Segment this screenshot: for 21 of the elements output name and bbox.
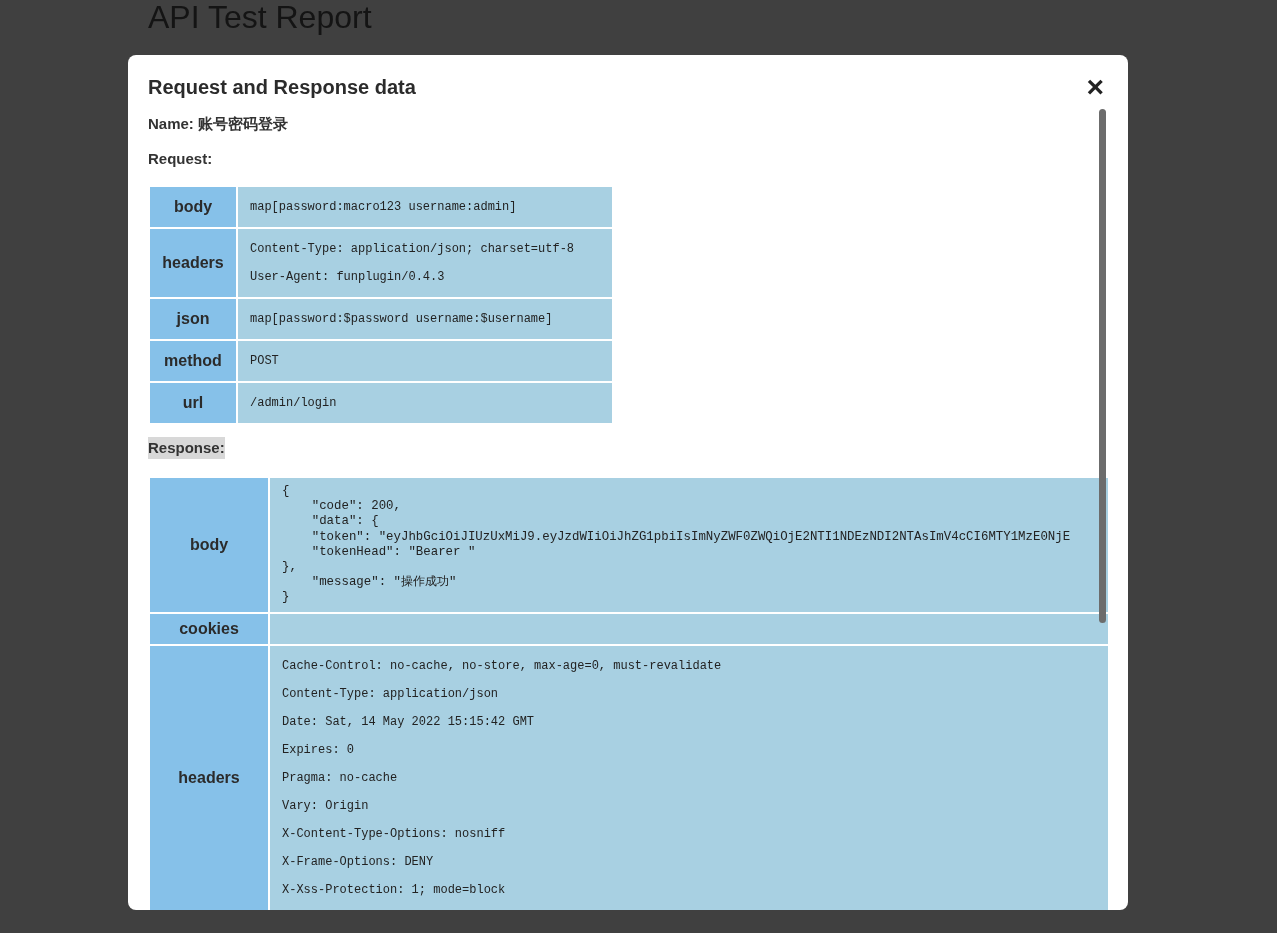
value-cell: POST bbox=[238, 341, 612, 381]
scrollbar[interactable] bbox=[1099, 109, 1106, 623]
key-cell: headers bbox=[150, 645, 268, 910]
close-button[interactable]: × bbox=[1082, 75, 1108, 99]
value-cell: /admin/login bbox=[238, 383, 612, 423]
value-cell: Cache-Control: no-cache, no-store, max-age=0, must-revalidate Content-Type: application/json Date: Sat, 14 May 2022 15:15:42 GMT Expires: 0 Pragma: no-cache Vary: Origin X-Content-Type-Options: nosniff X-Frame-Options: DENY X-Xss-Protection: 1; mode=block bbox=[270, 645, 1108, 910]
key-cell: body bbox=[150, 187, 236, 227]
key-cell: body bbox=[150, 478, 268, 612]
key-cell: headers bbox=[150, 229, 236, 297]
section-label: Request: bbox=[148, 150, 214, 168]
key-cell: url bbox=[150, 383, 236, 423]
value-cell: map[password:$password username:$username] bbox=[238, 299, 612, 339]
section-label: Response: bbox=[148, 437, 225, 459]
key-cell: method bbox=[150, 341, 236, 381]
value-cell: map[password:macro123 username:admin] bbox=[238, 187, 612, 227]
modal-title: Request and Response data bbox=[148, 75, 416, 99]
request-name: Name: 账号密码登录 bbox=[148, 115, 290, 133]
value-cell: Content-Type: application/json; charset=utf-8 User-Agent: funplugin/0.4.3 bbox=[238, 229, 612, 297]
value-cell: { "code": 200, "data": { "token": "eyJhbGciOiJIUzUxMiJ9.eyJzdWIiOiJhZG1pbiIsImNyZWF0ZWQiOjE2NTI1NDEzNDI2NTAsImV4cCI6MTY1MzE0NjE "tokenHead": "Bearer " }, "message": "操作成功" } bbox=[270, 478, 1108, 612]
key-cell: json bbox=[150, 299, 236, 339]
key-cell: cookies bbox=[150, 613, 268, 644]
